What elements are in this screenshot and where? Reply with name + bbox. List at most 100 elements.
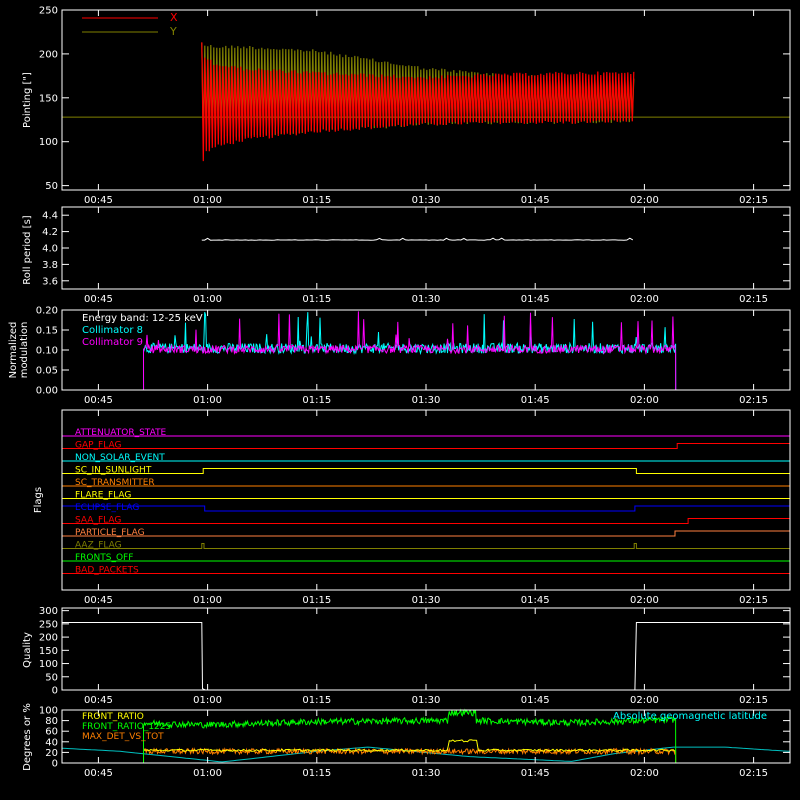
y-tick-label: 0.20 — [36, 306, 58, 317]
x-tick-label: 01:45 — [521, 395, 550, 406]
quality-line — [62, 622, 790, 691]
x-tick-label: 00:45 — [84, 768, 113, 779]
x-tick-label: 01:45 — [521, 595, 550, 606]
y-tick-label: 200 — [39, 633, 58, 644]
flag-line — [62, 505, 790, 512]
quality-y-ticks: 0 50 100 150 200 250 300 — [39, 606, 790, 697]
x-tick-label: 01:45 — [521, 294, 550, 305]
y-tick-label: 50 — [45, 672, 58, 683]
y-tick-label: 0.00 — [36, 386, 58, 397]
y-tick-label: 80 — [45, 716, 58, 727]
roll-x-ticks: 00:45 01:00 01:15 01:30 01:45 02:00 02:15 — [84, 207, 768, 305]
modulation-annotation: Energy band: 12-25 keV — [82, 313, 203, 324]
y-tick-label: 100 — [39, 659, 58, 670]
pointing-ylabel: Pointing ["] — [22, 72, 33, 128]
legend-label-front-ratio-1225: FRONT_RATIO_1225 — [82, 722, 171, 732]
flag-label: BAD_PACKETS — [75, 566, 139, 576]
roll-frame — [61, 206, 791, 290]
y-tick-label: 4.4 — [42, 211, 58, 222]
y-tick-label: 0 — [52, 686, 58, 697]
roll-ylabel: Roll period [s] — [22, 215, 33, 284]
x-tick-label: 01:15 — [302, 395, 331, 406]
x-tick-label: 01:15 — [302, 768, 331, 779]
x-tick-label: 00:45 — [84, 294, 113, 305]
y-tick-label: 100 — [39, 706, 58, 717]
x-tick-label: 01:00 — [193, 768, 222, 779]
modulation-ylabel-line2: modulation — [19, 322, 30, 379]
flags-data: ATTENUATOR_STATE GAP_FLAG NON_SOLAR_EVENT S… — [62, 428, 790, 576]
x-tick-label: 01:30 — [412, 195, 441, 206]
y-tick-label: 0.05 — [36, 366, 58, 377]
flag-line — [62, 468, 790, 474]
x-tick-label: 01:30 — [412, 294, 441, 305]
x-tick-label: 01:00 — [193, 195, 222, 206]
x-tick-label: 02:15 — [739, 768, 768, 779]
flags-x-ticks: 00:45 01:00 01:15 01:30 01:45 02:00 02:15 — [84, 410, 768, 606]
legend-label-x: X — [170, 11, 178, 24]
modulation-ylabel-line1: Normalized — [8, 322, 19, 379]
flag-line — [62, 543, 790, 549]
modulation-panel: 0.00 0.05 0.10 0.15 0.20 00:45 01:00 01:15 01:3… — [8, 306, 791, 406]
x-tick-label: 01:30 — [412, 695, 441, 706]
y-tick-label: 4.2 — [42, 227, 58, 238]
legend-label-collimator-9: Collimator 9 — [82, 337, 143, 348]
y-tick-label: 250 — [39, 6, 58, 17]
legend-label-geomagnetic-latitude: Absolute geomagnetic latitude — [613, 711, 767, 722]
flags-panel: ATTENUATOR_STATE GAP_FLAG NON_SOLAR_EVENT S… — [33, 409, 791, 606]
y-tick-label: 300 — [39, 606, 58, 617]
x-tick-label: 01:30 — [412, 595, 441, 606]
flag-label: PARTICLE_FLAG — [75, 528, 145, 538]
x-tick-label: 02:00 — [630, 595, 659, 606]
flag-label: SC_TRANSMITTER — [75, 478, 155, 488]
pointing-legend: X Y — [82, 11, 178, 38]
x-tick-label: 01:45 — [521, 768, 550, 779]
y-tick-label: 200 — [39, 49, 58, 60]
y-tick-label: 3.6 — [42, 276, 58, 287]
flag-line — [62, 530, 790, 537]
y-tick-label: 150 — [39, 93, 58, 104]
flag-label: AAZ_FLAG — [75, 541, 122, 551]
x-tick-label: 01:00 — [193, 395, 222, 406]
x-tick-label: 00:45 — [84, 595, 113, 606]
x-tick-label: 02:15 — [739, 395, 768, 406]
x-tick-label: 02:15 — [739, 695, 768, 706]
x-tick-label: 00:45 — [84, 395, 113, 406]
y-tick-label: 100 — [39, 137, 58, 148]
x-tick-label: 01:15 — [302, 695, 331, 706]
x-tick-label: 01:00 — [193, 595, 222, 606]
observation-summary-plots: 50 100 150 200 250 00:45 01:00 01:15 01:30 01:45… — [0, 0, 800, 800]
x-tick-label: 02:15 — [739, 294, 768, 305]
legend-label-front-ratio: FRONT_RATIO — [82, 712, 144, 722]
roll-panel: 3.6 3.8 4.0 4.2 4.4 00:45 01:00 01:15 01:30 01:4… — [22, 206, 791, 305]
x-tick-label: 01:30 — [412, 768, 441, 779]
y-tick-label: 20 — [45, 748, 58, 759]
x-tick-label: 01:30 — [412, 395, 441, 406]
legend-label-max-det-vs-tot: MAX_DET_VS_TOT — [82, 732, 164, 742]
y-tick-label: 3.8 — [42, 260, 58, 271]
y-tick-label: 250 — [39, 619, 58, 630]
flag-label: NON_SOLAR_EVENT — [75, 453, 165, 463]
series-x — [201, 42, 635, 162]
roll-y-ticks: 3.6 3.8 4.0 4.2 4.4 — [42, 211, 790, 287]
flag-label: FLARE_FLAG — [75, 491, 131, 501]
x-tick-label: 01:15 — [302, 595, 331, 606]
x-tick-label: 02:00 — [630, 695, 659, 706]
quality-data — [62, 622, 790, 691]
x-tick-label: 01:15 — [302, 195, 331, 206]
x-tick-label: 00:45 — [84, 195, 113, 206]
x-tick-label: 02:15 — [739, 595, 768, 606]
flags-ylabel: Flags — [33, 487, 44, 513]
y-tick-label: 4.0 — [42, 244, 58, 255]
quality-frame — [61, 607, 791, 691]
x-tick-label: 02:00 — [630, 195, 659, 206]
plot-canvas: 50100150200250 00:45 01:00 01:15 01:30 01:45… — [8, 6, 791, 779]
x-tick-label: 01:45 — [521, 195, 550, 206]
flag-label: ATTENUATOR_STATE — [75, 428, 167, 438]
x-tick-label: 02:00 — [630, 768, 659, 779]
flag-line — [62, 443, 790, 449]
y-tick-label: 50 — [45, 181, 58, 192]
x-tick-label: 02:00 — [630, 294, 659, 305]
x-tick-label: 01:00 — [193, 294, 222, 305]
flag-label: SC_IN_SUNLIGHT — [75, 466, 152, 476]
x-tick-label: 01:15 — [302, 294, 331, 305]
